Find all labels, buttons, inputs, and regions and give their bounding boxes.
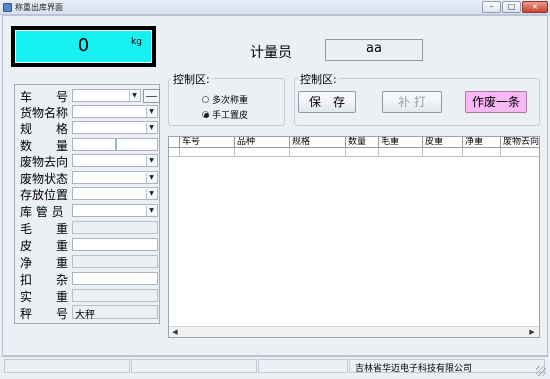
column-header-spec[interactable]: 规格	[290, 137, 346, 148]
table-cell[interactable]	[235, 148, 290, 157]
field-label-waste-destination: 废物去向	[20, 155, 69, 169]
field-label-warehouse-keeper: 库 管 员	[20, 205, 64, 219]
quantity-unit-input[interactable]	[116, 138, 158, 151]
chevron-down-icon[interactable]: ▼	[146, 206, 156, 216]
field-label-vehicle: 车 号	[20, 90, 69, 104]
scroll-left-icon[interactable]: ◀	[170, 328, 180, 337]
column-header-net[interactable]: 净重	[463, 137, 501, 148]
field-label-waste-state: 废物状态	[20, 172, 69, 186]
title-bar	[0, 0, 550, 15]
deduction-input[interactable]	[72, 272, 158, 285]
control-group-title: 控制区:	[298, 71, 339, 87]
resize-grip-icon[interactable]	[536, 366, 546, 376]
table-header: 车号 品种 规格 数量 毛重 皮重 净重 废物去向	[169, 137, 539, 157]
window-title: 称重出库界面	[15, 3, 63, 12]
tare-weight-input[interactable]	[72, 238, 158, 251]
multi-weigh-radio[interactable]	[202, 96, 209, 103]
field-label-scale-number: 秤 号	[20, 307, 69, 321]
field-label-actual-weight: 实 重	[20, 290, 69, 304]
operator-label: 计量员	[250, 45, 292, 61]
save-button[interactable]: 保 存	[298, 91, 356, 113]
column-header-tare[interactable]: 皮重	[423, 137, 463, 148]
goods-name-combo[interactable]: ▼	[72, 105, 158, 118]
field-label-quantity: 数 量	[20, 139, 69, 153]
manual-tare-label[interactable]: 手工置皮	[212, 108, 248, 121]
field-label-deduction: 扣 杂	[20, 273, 69, 287]
table-cell[interactable]	[290, 148, 346, 157]
vehicle-number-combo[interactable]: ▼	[72, 89, 141, 102]
close-button[interactable]: ×	[522, 1, 548, 13]
field-label-spec: 规 格	[20, 122, 69, 136]
column-header-gross[interactable]: 毛重	[379, 137, 423, 148]
storage-location-combo[interactable]: ▼	[72, 187, 158, 200]
table-cell[interactable]	[379, 148, 423, 157]
net-weight-field	[72, 255, 158, 268]
chevron-down-icon[interactable]: ▼	[146, 123, 156, 133]
gross-weight-field	[72, 221, 158, 234]
field-label-tare-weight: 皮 重	[20, 239, 69, 253]
status-pane	[258, 359, 348, 373]
table-cell[interactable]	[423, 148, 463, 157]
status-pane	[131, 359, 257, 373]
maximize-button[interactable]: □	[502, 1, 521, 13]
waste-destination-combo[interactable]: ▼	[72, 154, 158, 167]
column-header-vehicle[interactable]: 车号	[180, 137, 235, 148]
chevron-down-icon[interactable]: ▼	[129, 91, 139, 101]
column-header-waste-destination[interactable]: 废物去向	[501, 137, 539, 148]
multi-weigh-label[interactable]: 多次称重	[212, 93, 248, 106]
warehouse-keeper-combo[interactable]: ▼	[72, 204, 158, 217]
scale-number-value: 大秤	[75, 310, 95, 321]
chevron-down-icon[interactable]: ▼	[146, 107, 156, 117]
column-header-variety[interactable]: 品种	[235, 137, 290, 148]
table-cell[interactable]	[501, 148, 539, 157]
manual-tare-radio[interactable]	[202, 111, 209, 118]
horizontal-scrollbar[interactable]: ◀ ▶	[169, 326, 539, 337]
row-selector-header	[169, 137, 180, 148]
status-pane	[4, 359, 130, 373]
table-cell[interactable]	[180, 148, 235, 157]
lookup-icon	[146, 96, 157, 97]
table-row[interactable]	[169, 148, 180, 157]
actual-weight-field	[72, 289, 158, 302]
void-record-button[interactable]: 作废一条	[465, 91, 527, 113]
scroll-right-icon[interactable]: ▶	[527, 328, 537, 337]
table-cell[interactable]	[463, 148, 501, 157]
minimize-button[interactable]: –	[482, 1, 501, 13]
reprint-button[interactable]: 补 打	[382, 91, 442, 113]
company-name: 吉林省华迈电子科技有限公司	[355, 364, 473, 374]
column-header-quantity[interactable]: 数量	[346, 137, 379, 148]
table-cell[interactable]	[346, 148, 379, 157]
operator-value: aa	[366, 41, 382, 56]
weight-unit: kg	[131, 37, 142, 47]
chevron-down-icon[interactable]: ▼	[146, 189, 156, 199]
app-icon	[3, 3, 12, 12]
field-label-goods-name: 货物名称	[20, 106, 69, 120]
records-table[interactable]	[168, 136, 540, 338]
spec-combo[interactable]: ▼	[72, 121, 158, 134]
field-label-gross-weight: 毛 重	[20, 222, 69, 236]
field-label-net-weight: 净 重	[20, 256, 69, 270]
control-group-title: 控制区:	[171, 71, 212, 87]
chevron-down-icon[interactable]: ▼	[146, 173, 156, 183]
vehicle-lookup-button[interactable]	[143, 89, 160, 103]
field-label-storage-location: 存放位置	[20, 188, 69, 202]
chevron-down-icon[interactable]: ▼	[146, 156, 156, 166]
quantity-input[interactable]	[72, 138, 116, 151]
waste-state-combo[interactable]: ▼	[72, 171, 158, 184]
